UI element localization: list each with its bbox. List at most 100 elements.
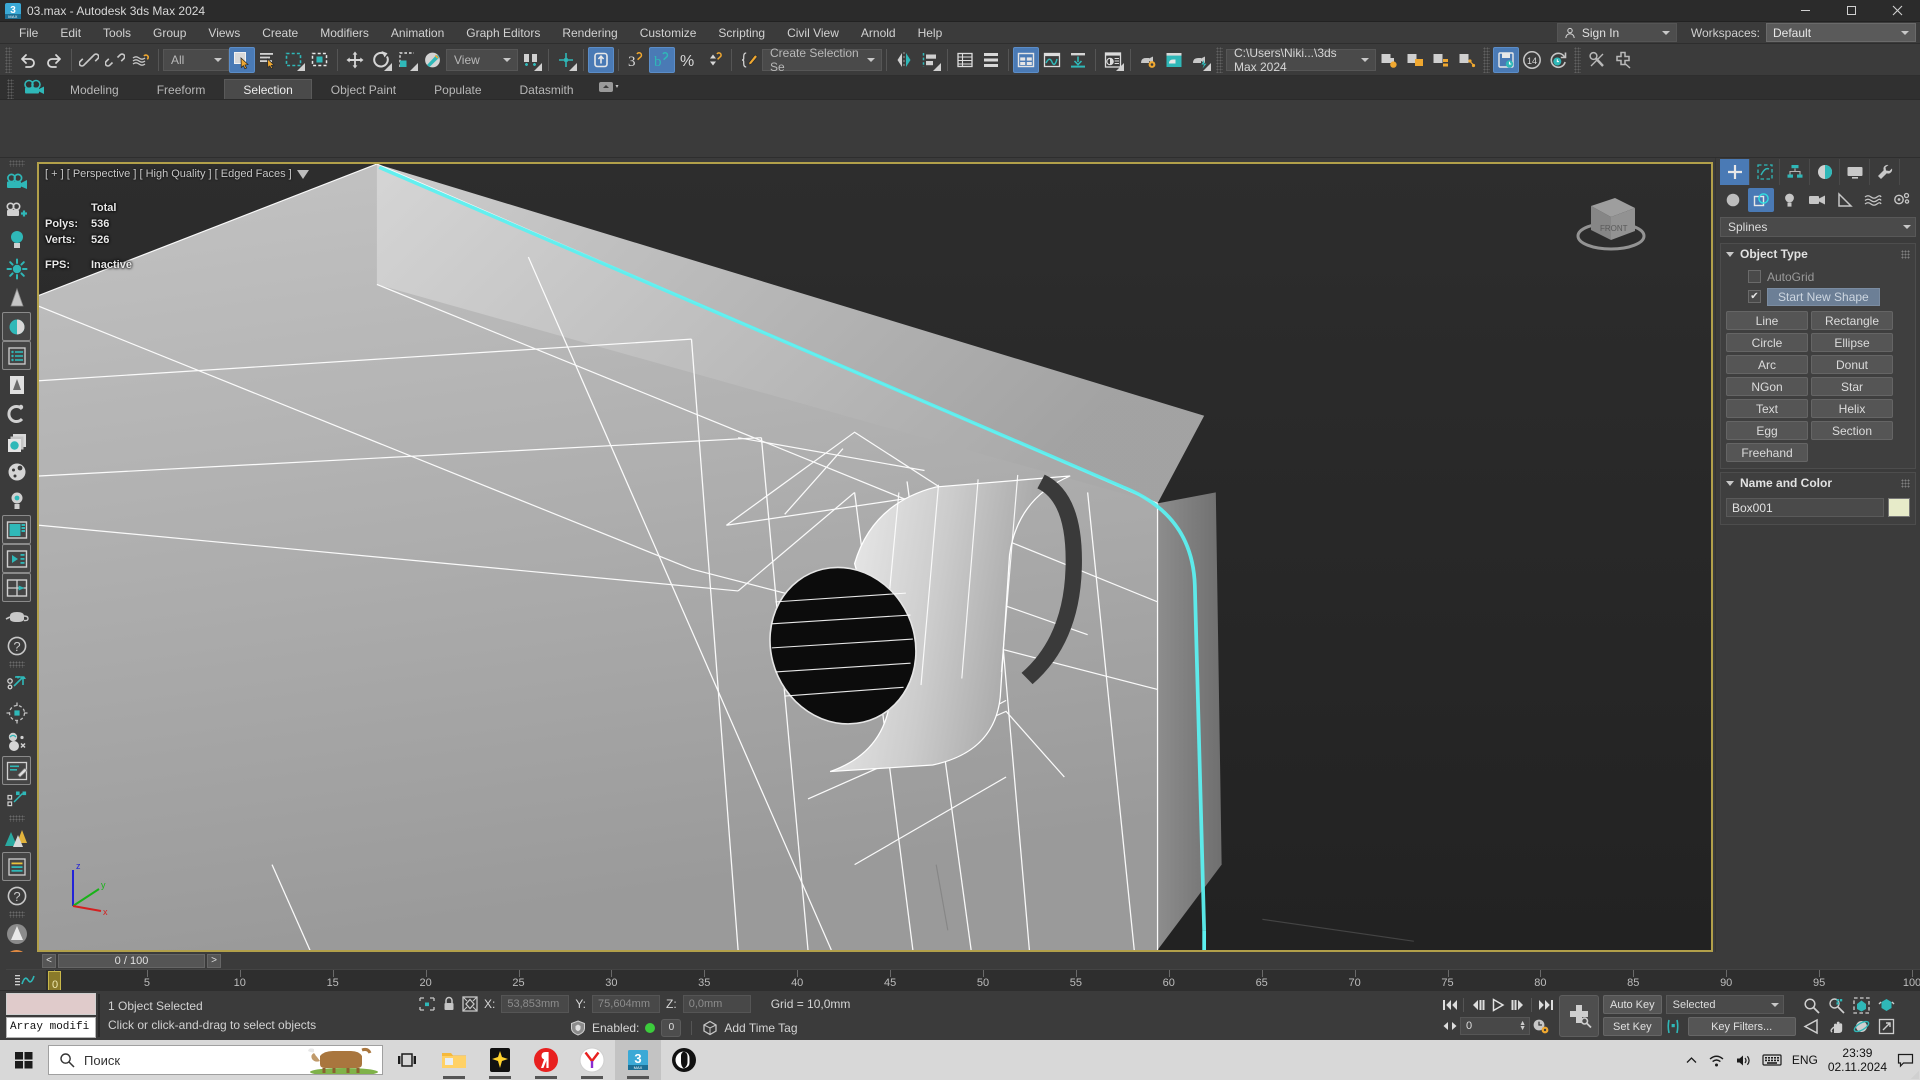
render-production-button[interactable] bbox=[1187, 47, 1213, 73]
spiral-button[interactable] bbox=[2, 399, 31, 428]
volume-button[interactable] bbox=[1735, 1053, 1752, 1068]
menu-modifiers[interactable]: Modifiers bbox=[309, 23, 380, 43]
toolbar-grip[interactable] bbox=[5, 46, 12, 73]
curve-editor-button[interactable] bbox=[1039, 47, 1065, 73]
selection-filter-dropdown[interactable]: All bbox=[163, 48, 229, 71]
state-sets-button[interactable] bbox=[1428, 47, 1454, 73]
show-hidden-icons-button[interactable] bbox=[1685, 1054, 1698, 1067]
bind-to-space-warp-button[interactable] bbox=[128, 47, 154, 73]
key-mode-toggle-button[interactable] bbox=[1440, 1017, 1459, 1036]
autogrid-row[interactable]: AutoGrid bbox=[1726, 267, 1910, 286]
network-button[interactable] bbox=[1708, 1053, 1725, 1068]
ribbon-tab-modeling[interactable]: Modeling bbox=[51, 79, 138, 99]
create-tab[interactable] bbox=[1720, 159, 1750, 185]
forest-pack-button[interactable] bbox=[2, 823, 31, 852]
file-explorer-button[interactable] bbox=[431, 1040, 477, 1080]
viewport-panel-button[interactable] bbox=[2, 515, 31, 544]
next-frame-button[interactable] bbox=[1508, 996, 1527, 1015]
view-cube[interactable]: FRONT bbox=[1571, 186, 1651, 256]
frame-display[interactable]: 0 / 100 bbox=[58, 953, 205, 968]
egg-button[interactable]: Egg bbox=[1726, 421, 1808, 440]
sign-in-button[interactable]: Sign In bbox=[1556, 23, 1677, 42]
material-preview-button[interactable] bbox=[2, 312, 31, 341]
scene-explorer-button[interactable] bbox=[978, 47, 1004, 73]
y-coordinate-field[interactable]: 75,604mm bbox=[592, 994, 661, 1013]
window-crossing-button[interactable] bbox=[307, 47, 333, 73]
key-mode-dropdown[interactable]: Selected bbox=[1665, 995, 1784, 1014]
start-new-shape-row[interactable]: Start New Shape bbox=[1726, 287, 1910, 306]
menu-group[interactable]: Group bbox=[142, 23, 197, 43]
create-camera-button[interactable] bbox=[2, 196, 31, 225]
rollout-drag-handle[interactable] bbox=[1901, 478, 1910, 488]
yandex-browser-button[interactable] bbox=[569, 1040, 615, 1080]
maximize-viewport-button[interactable] bbox=[1875, 1016, 1899, 1036]
placement-button[interactable] bbox=[420, 47, 446, 73]
systems-button[interactable] bbox=[1888, 188, 1914, 212]
redo-button[interactable] bbox=[41, 47, 67, 73]
rectangle-button[interactable]: Rectangle bbox=[1811, 311, 1893, 330]
camera-button[interactable] bbox=[2, 167, 31, 196]
daylight-bulb-button[interactable] bbox=[2, 486, 31, 515]
unlink-selection-button[interactable] bbox=[102, 47, 128, 73]
undo-button[interactable] bbox=[15, 47, 41, 73]
sphere-tools-button[interactable] bbox=[2, 727, 31, 756]
ribbon-minimize-button[interactable] bbox=[593, 75, 627, 99]
project-path-dropdown[interactable]: C:\Users\Niki...\3ds Max 2024 bbox=[1226, 46, 1376, 74]
windows-start-button[interactable] bbox=[0, 1040, 48, 1080]
toolbar-grip-2[interactable] bbox=[1216, 46, 1223, 73]
percent-angle-snap-button[interactable]: b bbox=[649, 46, 675, 73]
menu-edit[interactable]: Edit bbox=[49, 23, 92, 43]
viewport-label[interactable]: [ + ] [ Perspective ] [ High Quality ] [… bbox=[45, 168, 309, 180]
select-points-button[interactable] bbox=[2, 669, 31, 698]
x-coordinate-field[interactable]: 53,853mm bbox=[501, 994, 570, 1013]
paint-tools-button[interactable] bbox=[2, 756, 31, 785]
sub-object-select-button[interactable] bbox=[2, 785, 31, 814]
lock-button[interactable] bbox=[442, 996, 456, 1012]
sun-light-button[interactable] bbox=[2, 254, 31, 283]
maximize-button[interactable] bbox=[1828, 0, 1874, 22]
add-time-tag-label[interactable]: Add Time Tag bbox=[724, 1021, 797, 1035]
material-editor-button[interactable] bbox=[1100, 47, 1126, 73]
help-circle-button[interactable]: ? bbox=[2, 631, 31, 660]
object-type-header[interactable]: Object Type bbox=[1721, 244, 1915, 264]
zoom-extents-button[interactable] bbox=[1850, 995, 1874, 1015]
autobackup-toggle-button[interactable] bbox=[1493, 46, 1519, 73]
start-new-shape-checkbox[interactable] bbox=[1748, 290, 1761, 303]
donut-button[interactable]: Donut bbox=[1811, 355, 1893, 374]
key-filters-button[interactable]: Key Filters... bbox=[1687, 1017, 1796, 1036]
list-editor-button[interactable] bbox=[2, 852, 31, 881]
helix-button[interactable]: Helix bbox=[1811, 399, 1893, 418]
menu-rendering[interactable]: Rendering bbox=[551, 23, 628, 43]
select-and-link-button[interactable] bbox=[76, 47, 102, 73]
help-question-button[interactable]: ? bbox=[2, 881, 31, 910]
menu-animation[interactable]: Animation bbox=[380, 23, 455, 43]
ellipse-button[interactable]: Ellipse bbox=[1811, 333, 1893, 352]
snaps-toggle-button[interactable] bbox=[588, 46, 614, 73]
cameras-button[interactable] bbox=[1804, 188, 1830, 212]
previous-frame-button[interactable]: < bbox=[42, 953, 56, 968]
autogrid-checkbox[interactable] bbox=[1748, 270, 1761, 283]
menu-views[interactable]: Views bbox=[197, 23, 251, 43]
menu-civil-view[interactable]: Civil View bbox=[776, 23, 850, 43]
time-tag-icon-button[interactable] bbox=[702, 1020, 718, 1036]
rollout-drag-handle[interactable] bbox=[1901, 249, 1910, 259]
keyboard-button[interactable] bbox=[1762, 1053, 1782, 1067]
star-button[interactable]: Star bbox=[1811, 377, 1893, 396]
toolbar-grip-3[interactable] bbox=[1483, 46, 1490, 73]
circle-button[interactable]: Circle bbox=[1726, 333, 1808, 352]
ribbon-tab-datasmith[interactable]: Datasmith bbox=[501, 79, 593, 99]
maxscript-input-pane[interactable]: Array modifi bbox=[6, 1016, 96, 1038]
zoom-all-button[interactable] bbox=[1825, 995, 1849, 1015]
enabled-count-button[interactable]: 0 bbox=[661, 1018, 682, 1037]
ngon-button[interactable]: NGon bbox=[1726, 377, 1808, 396]
display-tab[interactable] bbox=[1840, 159, 1870, 185]
set-keys-button[interactable] bbox=[1559, 994, 1599, 1037]
list-properties-button[interactable] bbox=[2, 341, 31, 370]
time-slider[interactable]: 0 bbox=[48, 971, 61, 990]
align-button[interactable] bbox=[917, 47, 943, 73]
ribbon-tab-object-paint[interactable]: Object Paint bbox=[312, 79, 415, 99]
angle-snap-button[interactable]: 3 bbox=[623, 47, 649, 73]
menu-file[interactable]: File bbox=[8, 23, 49, 43]
object-category-dropdown[interactable]: Splines bbox=[1720, 217, 1916, 237]
close-button[interactable] bbox=[1874, 0, 1920, 22]
